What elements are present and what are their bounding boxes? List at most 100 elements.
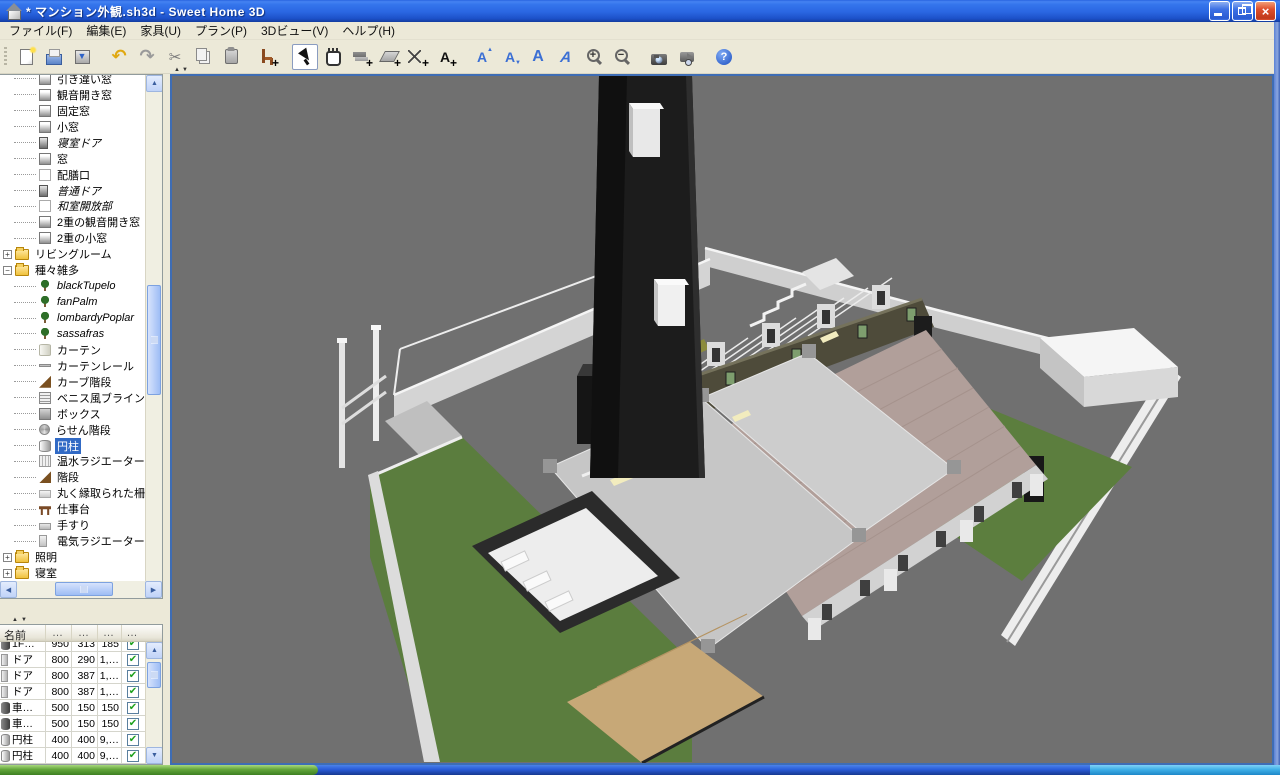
catalog-item[interactable]: 仕事台 bbox=[0, 501, 145, 517]
scroll-up-button[interactable]: ▲ bbox=[146, 642, 163, 659]
furniture-row[interactable]: 円柱4004009,…✔ bbox=[0, 748, 146, 764]
copy-button[interactable] bbox=[190, 44, 216, 70]
title-bar[interactable]: * マンション外観.sh3d - Sweet Home 3D × bbox=[0, 0, 1280, 22]
furniture-row[interactable]: ドア8003871,…✔ bbox=[0, 684, 146, 700]
catalog-hscroll-track[interactable] bbox=[17, 581, 145, 598]
catalog-item[interactable]: 普通ドア bbox=[0, 183, 145, 199]
toolbar-grip[interactable] bbox=[4, 47, 7, 67]
paste-button[interactable] bbox=[218, 44, 244, 70]
furniture-row[interactable]: 車…500150150✔ bbox=[0, 700, 146, 716]
horizontal-splitter[interactable]: ▲ ▼ bbox=[0, 616, 163, 624]
cut-button[interactable]: ✂ bbox=[162, 44, 188, 70]
furniture-row[interactable]: ドア8002901,…✔ bbox=[0, 652, 146, 668]
catalog-item[interactable]: ベニス風ブラインド bbox=[0, 390, 145, 406]
zoom-in-button[interactable]: + bbox=[581, 44, 607, 70]
save-button[interactable] bbox=[69, 44, 95, 70]
furniture-row[interactable]: 1F…950313185✔ bbox=[0, 642, 146, 652]
catalog-item[interactable]: カーブ階段 bbox=[0, 374, 145, 390]
create-dimensions-button[interactable] bbox=[404, 44, 430, 70]
visible-checkbox[interactable]: ✔ bbox=[127, 718, 139, 730]
catalog-item[interactable]: fanPalm bbox=[0, 294, 145, 310]
scroll-down-button[interactable]: ▼ bbox=[146, 747, 163, 764]
collapse-toggle-icon[interactable]: − bbox=[3, 266, 12, 275]
catalog-category[interactable]: −種々雑多 bbox=[0, 262, 145, 278]
visible-checkbox[interactable]: ✔ bbox=[127, 750, 139, 762]
toggle-bold-button[interactable]: A bbox=[525, 44, 551, 70]
expand-toggle-icon[interactable]: + bbox=[3, 569, 12, 578]
catalog-hscroll-thumb[interactable] bbox=[55, 582, 113, 596]
menu-item-help[interactable]: ヘルプ(H) bbox=[335, 21, 402, 40]
add-furniture-button[interactable] bbox=[255, 44, 281, 70]
visible-checkbox[interactable]: ✔ bbox=[127, 702, 139, 714]
create-photo-button[interactable] bbox=[646, 44, 672, 70]
expand-toggle-icon[interactable]: + bbox=[3, 250, 12, 259]
catalog-item[interactable]: ボックス bbox=[0, 406, 145, 422]
splitter-up-icon[interactable]: ▲ bbox=[12, 617, 18, 623]
scroll-right-button[interactable]: ▶ bbox=[145, 581, 162, 598]
catalog-scroll-thumb[interactable] bbox=[147, 285, 161, 395]
column-header[interactable]: … bbox=[122, 625, 144, 641]
catalog-item[interactable]: 2重の観音開き窓 bbox=[0, 214, 145, 230]
catalog-item[interactable]: 観音開き窓 bbox=[0, 87, 145, 103]
furniture-vertical-scrollbar[interactable]: ▲ ▼ bbox=[145, 642, 162, 764]
catalog-item[interactable]: 2重の小窓 bbox=[0, 230, 145, 246]
menu-item-plan[interactable]: プラン(P) bbox=[188, 21, 254, 40]
help-button[interactable]: ? bbox=[711, 44, 737, 70]
catalog-horizontal-scrollbar[interactable]: ◀ ▶ bbox=[0, 581, 162, 598]
create-video-button[interactable] bbox=[674, 44, 700, 70]
menu-item-edit[interactable]: 編集(E) bbox=[79, 21, 133, 40]
catalog-category[interactable]: +リビングルーム bbox=[0, 246, 145, 262]
catalog-category[interactable]: +寝室 bbox=[0, 565, 145, 581]
furniture-scroll-thumb[interactable] bbox=[147, 662, 161, 688]
catalog-item[interactable]: 固定窓 bbox=[0, 103, 145, 119]
create-rooms-button[interactable] bbox=[376, 44, 402, 70]
menu-item-file[interactable]: ファイル(F) bbox=[2, 21, 79, 40]
visible-checkbox[interactable]: ✔ bbox=[127, 686, 139, 698]
catalog-item[interactable]: カーテン bbox=[0, 342, 145, 358]
catalog-item[interactable]: 丸く縁取られた柵 bbox=[0, 485, 145, 501]
catalog-item[interactable]: らせん階段 bbox=[0, 422, 145, 438]
catalog-item[interactable]: 引き違い窓 bbox=[0, 74, 145, 87]
increase-text-size-button[interactable]: A bbox=[469, 44, 495, 70]
pan-button[interactable] bbox=[320, 44, 346, 70]
minimize-button[interactable] bbox=[1209, 1, 1230, 21]
create-walls-button[interactable] bbox=[348, 44, 374, 70]
catalog-item[interactable]: 窓 bbox=[0, 151, 145, 167]
column-header[interactable]: … bbox=[46, 625, 72, 641]
furniture-row[interactable]: 円柱4004009,…✔ bbox=[0, 732, 146, 748]
select-button[interactable] bbox=[292, 44, 318, 70]
catalog-item[interactable]: カーテンレール bbox=[0, 358, 145, 374]
catalog-item[interactable]: 配膳口 bbox=[0, 167, 145, 183]
column-header[interactable]: 名前 bbox=[0, 625, 46, 641]
column-header[interactable]: … bbox=[98, 625, 122, 641]
vertical-splitter[interactable] bbox=[163, 74, 170, 765]
decrease-text-size-button[interactable]: A bbox=[497, 44, 523, 70]
splitter-down-icon[interactable]: ▼ bbox=[21, 617, 27, 623]
catalog-category[interactable]: +照明 bbox=[0, 549, 145, 565]
redo-button[interactable]: ↷ bbox=[134, 44, 160, 70]
catalog-item[interactable]: 電気ラジエーター bbox=[0, 533, 145, 549]
3d-view[interactable] bbox=[170, 74, 1274, 765]
zoom-out-button[interactable]: − bbox=[609, 44, 635, 70]
catalog-item[interactable]: 小窓 bbox=[0, 119, 145, 135]
catalog-vertical-scrollbar[interactable]: ▲ ▼ bbox=[145, 75, 162, 598]
catalog-item[interactable]: lombardyPoplar bbox=[0, 310, 145, 326]
catalog-item[interactable]: 温水ラジエーター bbox=[0, 454, 145, 470]
visible-checkbox[interactable]: ✔ bbox=[127, 734, 139, 746]
close-button[interactable]: × bbox=[1255, 1, 1276, 21]
furniture-row[interactable]: 車…500150150✔ bbox=[0, 716, 146, 732]
open-button[interactable] bbox=[41, 44, 67, 70]
menu-item-furniture[interactable]: 家具(U) bbox=[133, 21, 188, 40]
3d-scene[interactable] bbox=[172, 76, 1272, 763]
scroll-up-button[interactable]: ▲ bbox=[146, 75, 163, 92]
catalog-item[interactable]: 階段 bbox=[0, 469, 145, 485]
column-header[interactable]: … bbox=[72, 625, 98, 641]
new-home-button[interactable] bbox=[13, 44, 39, 70]
furniture-row[interactable]: ドア8003871,…✔ bbox=[0, 668, 146, 684]
catalog-item[interactable]: sassafras bbox=[0, 326, 145, 342]
visible-checkbox[interactable]: ✔ bbox=[127, 654, 139, 666]
catalog-item[interactable]: 円柱 bbox=[0, 438, 145, 454]
catalog-item[interactable]: 和室開放部 bbox=[0, 199, 145, 215]
catalog-item[interactable]: 手すり bbox=[0, 517, 145, 533]
scroll-left-button[interactable]: ◀ bbox=[0, 581, 17, 598]
